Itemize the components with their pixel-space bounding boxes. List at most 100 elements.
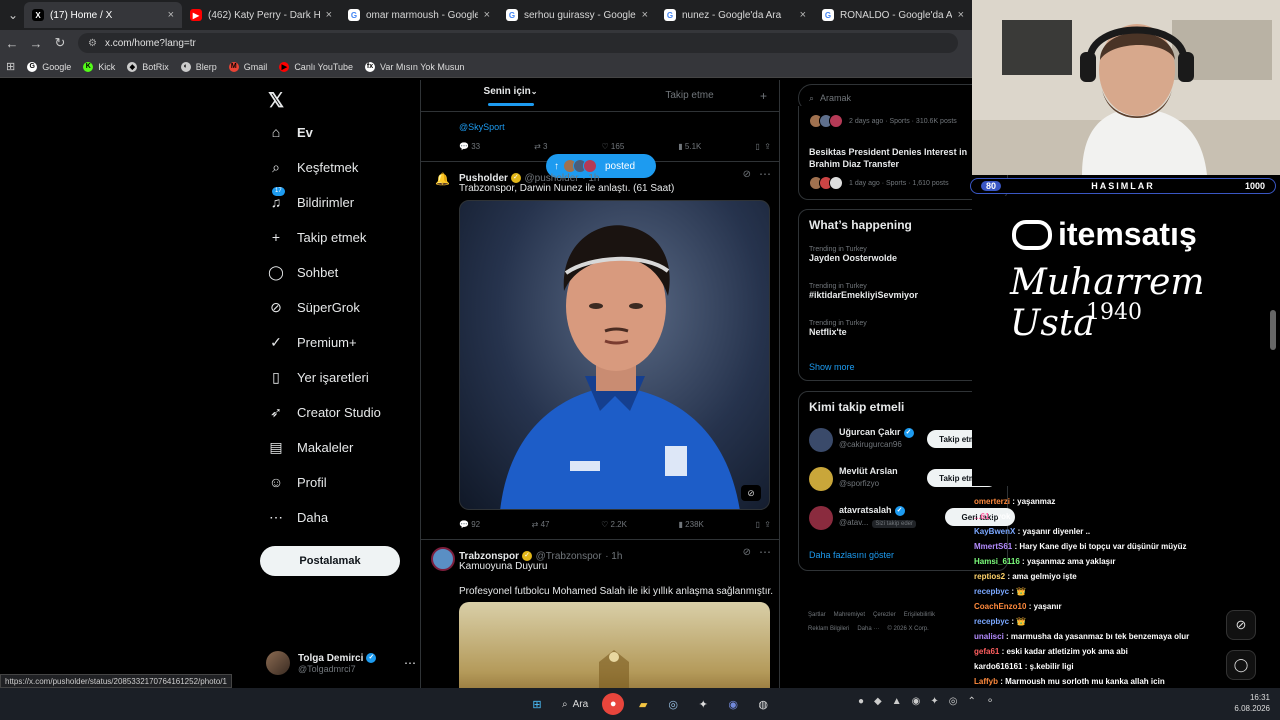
views-button[interactable]: ▮ 238K xyxy=(679,520,704,529)
footer-link[interactable]: Mahremiyet xyxy=(834,612,865,618)
close-tab-icon[interactable]: × xyxy=(958,9,964,21)
discord-icon[interactable]: ◉ xyxy=(722,693,744,715)
tray-icon[interactable]: ◎ xyxy=(949,696,958,707)
more-icon[interactable]: ⋯ xyxy=(404,656,416,670)
app-icon[interactable]: ✦ xyxy=(692,693,714,715)
chrome-icon[interactable]: ● xyxy=(602,693,625,715)
chat-username[interactable]: MmertS61 xyxy=(974,542,1012,551)
nav-item-premium[interactable]: ✓ Premium+ xyxy=(268,334,356,350)
tweet-pusholder[interactable]: 🔔 Pusholder ✓ @pusholder · 1h ⊘ ⋯ Trabzon… xyxy=(421,162,779,540)
chat-username[interactable]: recepbyc xyxy=(974,587,1009,596)
bookmark-icon[interactable]: ▯ xyxy=(755,520,759,529)
grok-icon[interactable]: ⊘ xyxy=(743,169,751,180)
more-icon[interactable]: ⋯ xyxy=(759,167,771,181)
scrollbar[interactable] xyxy=(1270,310,1276,350)
close-tab-icon[interactable]: × xyxy=(800,9,806,21)
bookmark-item[interactable]: ▶ Canlı YouTube xyxy=(279,61,353,72)
tab-search-icon[interactable]: ⌄ xyxy=(2,4,24,26)
like-button[interactable]: ♡ 2.2K xyxy=(601,520,627,529)
follow-suggestion-name-row[interactable]: Mevlüt Arslan xyxy=(839,466,898,476)
grok-icon[interactable]: ⊘ xyxy=(743,547,751,558)
avatar[interactable] xyxy=(809,506,833,530)
chat-username[interactable]: ...61 xyxy=(974,512,990,521)
chat-username[interactable]: recepbyc xyxy=(974,617,1009,626)
chat-username[interactable]: CoachEnzo10 xyxy=(974,602,1026,611)
tab-following[interactable]: Takip etme xyxy=(600,90,779,101)
chat-username[interactable]: gefa61 xyxy=(974,647,999,656)
show-more-link[interactable]: Show more xyxy=(809,362,855,372)
url-field[interactable]: ⚙ x.com/home?lang=tr xyxy=(78,33,958,53)
footer-link[interactable]: © 2026 X Corp. xyxy=(887,626,928,632)
footer-link[interactable]: Erişilebilirlik xyxy=(904,612,935,618)
bookmark-item[interactable]: fx Var Mısın Yok Musun xyxy=(365,61,464,72)
steam-icon[interactable]: ◎ xyxy=(662,693,684,715)
messages-float-icon[interactable]: ◯ xyxy=(1226,650,1256,680)
folder-icon[interactable]: ▰ xyxy=(632,693,654,715)
follow-suggestion-name-row[interactable]: Uğurcan Çakır ✓ xyxy=(839,427,914,438)
news-title[interactable]: Besiktas President Denies Interest in Br… xyxy=(809,146,974,170)
tweet-source-mention[interactable]: @SkySport xyxy=(459,122,505,132)
chat-username[interactable]: omerterzi xyxy=(974,497,1010,506)
back-icon[interactable]: ← xyxy=(0,36,24,51)
share-icon[interactable]: ⇪ xyxy=(764,520,771,529)
grok-image-icon[interactable]: ⊘ xyxy=(741,485,761,501)
tweet-time[interactable]: · 1h xyxy=(605,551,622,562)
bookmark-item[interactable]: ◐ Blerp xyxy=(180,61,217,72)
avatar[interactable] xyxy=(809,428,833,452)
nav-item-article[interactable]: ▤ Makaleler xyxy=(268,439,353,455)
follow-suggestion-name-row[interactable]: atavratsalah ✓ xyxy=(839,505,905,516)
tray-icon[interactable]: ▲ xyxy=(892,696,902,707)
more-icon[interactable]: ⋯ xyxy=(759,545,771,559)
site-info-icon[interactable]: ⚙ xyxy=(88,38,97,49)
trend-item[interactable]: Trending in TurkeyNetflix'te⋯ xyxy=(809,320,999,337)
nav-item-more[interactable]: ⋯ Daha xyxy=(268,509,328,525)
browser-tab[interactable]: X (17) Home / X × xyxy=(24,2,182,28)
nav-item-chat[interactable]: ◯ Sohbet xyxy=(268,264,338,280)
nav-item-bookmark[interactable]: ▯ Yer işaretleri xyxy=(268,369,369,385)
chat-username[interactable]: reptios2 xyxy=(974,572,1005,581)
nav-item-search[interactable]: ⌕ Keşfetmek xyxy=(268,159,358,175)
share-icon[interactable]: ⇪ xyxy=(764,142,771,151)
tweet-photo[interactable] xyxy=(459,602,770,688)
browser-tab[interactable]: G RONALDO - Google'da Ara × xyxy=(814,2,972,28)
bookmark-item[interactable]: G Google xyxy=(27,61,71,72)
windows-start-icon[interactable]: ⊞ xyxy=(526,693,548,715)
trend-item[interactable]: Trending in TurkeyJayden Oosterwolde⋯ xyxy=(809,246,999,263)
retweet-button[interactable]: ⇄ 3 xyxy=(534,142,547,151)
post-button[interactable]: Postalamak xyxy=(260,546,400,576)
obs-icon[interactable]: ◍ xyxy=(752,693,774,715)
profile-switcher[interactable]: Tolga Demirci ✓ @Tolgadmrci7 ⋯ xyxy=(266,648,416,678)
chat-username[interactable]: KayBwenX xyxy=(974,527,1015,536)
nav-item-grok[interactable]: ⊘ SüperGrok xyxy=(268,299,360,315)
grok-float-icon[interactable]: ⊘ xyxy=(1226,610,1256,640)
footer-link[interactable]: Şartlar xyxy=(808,612,826,618)
browser-tab[interactable]: ▶ (462) Katy Perry - Dark Horse ft × xyxy=(182,2,340,28)
close-tab-icon[interactable]: × xyxy=(484,9,490,21)
footer-link[interactable]: Daha ··· xyxy=(857,626,879,632)
reload-icon[interactable]: ↻ xyxy=(48,35,72,51)
apps-grid-icon[interactable]: ⊞ xyxy=(6,60,15,73)
avatar[interactable] xyxy=(431,547,455,571)
nav-item-add-user[interactable]: + Takip etmek xyxy=(268,229,366,245)
chat-username[interactable]: Hamsi_6116 xyxy=(974,557,1020,566)
trend-item[interactable]: Trending in Turkey #iktidarEmekliyiSevmiy… xyxy=(809,283,999,300)
footer-link[interactable]: Reklam Bilgileri xyxy=(808,626,849,632)
nav-item-rocket[interactable]: ➶ Creator Studio xyxy=(268,404,381,420)
tray-icon[interactable]: ◆ xyxy=(874,696,882,707)
tweet-skysport[interactable]: @SkySport 💬 33 ⇄ 3 ♡ 165 ▮ 5.1K ▯ ⇪ ↑ po… xyxy=(421,112,779,178)
nav-item-home[interactable]: ⌂ Ev xyxy=(268,124,313,140)
avatar[interactable] xyxy=(809,467,833,491)
taskbar-search[interactable]: ⌕ Ara xyxy=(562,699,588,710)
views-button[interactable]: ▮ 5.1K xyxy=(678,142,701,151)
close-tab-icon[interactable]: × xyxy=(168,9,174,21)
show-more-follow-link[interactable]: Daha fazlasını göster xyxy=(809,550,894,560)
retweet-button[interactable]: ⇄ 47 xyxy=(532,520,550,529)
tweet-photo[interactable]: ⊘ xyxy=(459,200,770,510)
bookmark-item[interactable]: M Gmail xyxy=(228,61,267,72)
tray-icon[interactable]: ● xyxy=(858,696,864,707)
chat-username[interactable]: kardo616161 xyxy=(974,662,1022,671)
tray-icon[interactable]: ⚬ xyxy=(986,696,994,707)
chat-username[interactable]: Laffyb xyxy=(974,677,998,686)
browser-tab[interactable]: Gnunez - Google'da Ara × xyxy=(656,2,814,28)
bookmark-item[interactable]: K Kick xyxy=(83,61,115,72)
